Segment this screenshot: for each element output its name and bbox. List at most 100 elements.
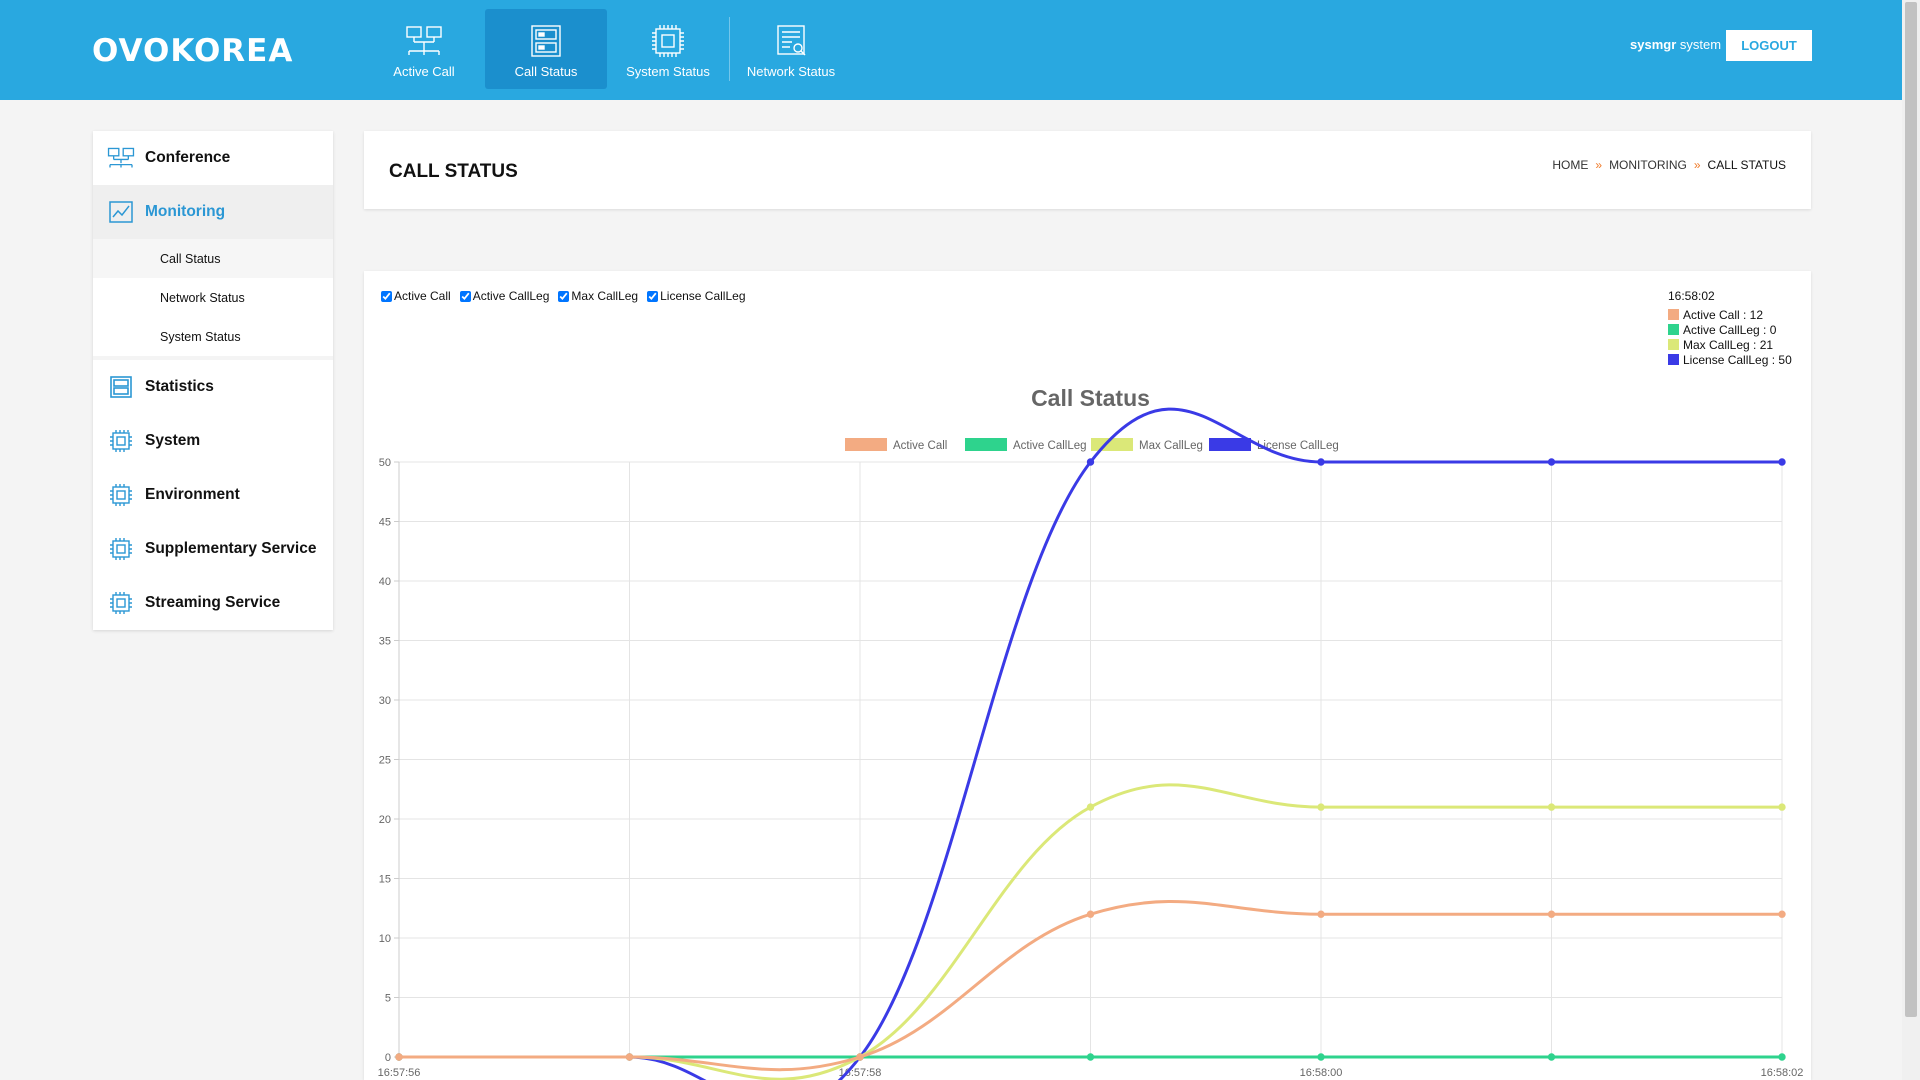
legend-swatch — [1209, 438, 1251, 451]
double-chevron-right-icon: » — [1595, 158, 1603, 172]
live-values: 16:58:02 Active Call : 12 Active CallLeg… — [1668, 289, 1792, 367]
data-point-active-call — [1086, 910, 1095, 918]
x-tick-label: 16:58:00 — [1300, 1067, 1343, 1079]
sidebar-item-conference[interactable]: Conference — [93, 131, 333, 185]
data-point-max-callleg — [1086, 803, 1095, 811]
legend-label: Active Call — [893, 440, 947, 452]
sidebar-item-supplementary-service[interactable]: Supplementary Service — [93, 522, 333, 576]
data-point-active-callleg — [1778, 1053, 1786, 1061]
checkbox-label: License CallLeg — [660, 289, 746, 303]
live-value-label: Active CallLeg : 0 — [1683, 322, 1777, 337]
checkbox-license-callleg[interactable] — [647, 290, 659, 302]
y-tick-label: 45 — [379, 517, 391, 529]
document-search-icon — [777, 25, 806, 56]
y-tick-label: 15 — [379, 874, 391, 886]
nav-system-status[interactable]: System Status — [607, 9, 729, 89]
legend-swatch — [1668, 339, 1679, 350]
scrollbar-thumb[interactable] — [1905, 2, 1917, 1017]
filter-active-callleg[interactable]: Active CallLeg — [459, 289, 549, 303]
chip-icon — [107, 483, 135, 507]
sidebar-item-environment[interactable]: Environment — [93, 468, 333, 522]
breadcrumb-current: CALL STATUS — [1707, 158, 1786, 172]
sidebar: Conference Monitoring Call Status Networ… — [93, 131, 333, 630]
legend-swatch — [1668, 354, 1679, 365]
sidebar-item-label: Supplementary Service — [145, 540, 317, 557]
data-point-active-callleg — [1086, 1053, 1095, 1061]
breadcrumb: HOME » MONITORING » CALL STATUS — [1552, 158, 1786, 172]
data-point-license-callleg — [1086, 458, 1095, 466]
data-point-active-call — [1547, 910, 1556, 918]
sidebar-subitem-call-status[interactable]: Call Status — [93, 239, 333, 278]
sidebar-item-statistics[interactable]: Statistics — [93, 360, 333, 414]
call-status-chart: Call Status Active Call Active CallLeg Max … — [378, 385, 1804, 1080]
page-scrollbar[interactable] — [1902, 0, 1920, 1080]
data-point-license-callleg — [1317, 458, 1325, 466]
page-header-card: CALL STATUS HOME » MONITORING » CALL STA… — [364, 131, 1811, 209]
checkbox-active-callleg[interactable] — [459, 290, 471, 302]
live-timestamp: 16:58:02 — [1668, 289, 1715, 303]
user-name: system — [1679, 37, 1722, 52]
checkbox-active-call[interactable] — [381, 290, 392, 302]
live-value-label: License CallLeg : 50 — [1683, 352, 1792, 367]
sidebar-item-label: Streaming Service — [145, 594, 281, 611]
chart-title: Call Status — [1031, 385, 1150, 411]
data-point-max-callleg — [1778, 803, 1786, 811]
sidebar-item-label: Statistics — [145, 378, 214, 395]
filter-max-callleg[interactable]: Max CallLeg — [558, 289, 638, 303]
breadcrumb-home[interactable]: HOME — [1552, 158, 1588, 172]
data-point-active-call — [395, 1053, 403, 1061]
legend-swatch — [965, 438, 1007, 451]
chip-icon — [652, 25, 684, 57]
y-tick-label: 10 — [379, 933, 391, 945]
sidebar-subitem-system-status[interactable]: System Status — [93, 317, 333, 356]
server-panel-icon — [531, 25, 561, 57]
y-tick-label: 0 — [385, 1052, 391, 1064]
sidebar-subitem-network-status[interactable]: Network Status — [93, 278, 333, 317]
sidebar-item-streaming-service[interactable]: Streaming Service — [93, 576, 333, 630]
checkbox-max-callleg[interactable] — [558, 290, 570, 302]
monitors-network-icon — [406, 26, 442, 55]
data-point-active-call — [625, 1053, 634, 1061]
server-panel-icon — [107, 375, 135, 399]
chart-card: Call Status Active Call Active CallLeg Max … — [364, 271, 1811, 1080]
nav-network-status[interactable]: Network Status — [730, 9, 852, 89]
live-value-row: Active CallLeg : 0 — [1668, 322, 1792, 337]
user-info: sysmgr system — [1630, 37, 1721, 52]
data-point-active-call — [856, 1053, 864, 1061]
live-value-label: Max CallLeg : 21 — [1683, 337, 1774, 352]
monitors-network-icon — [107, 146, 135, 170]
live-value-row: License CallLeg : 50 — [1668, 352, 1792, 367]
logout-button[interactable]: LOGOUT — [1726, 30, 1812, 61]
page-title: CALL STATUS — [389, 161, 518, 182]
filter-license-callleg[interactable]: License CallLeg — [647, 289, 746, 303]
legend-label: Active CallLeg — [1013, 440, 1087, 452]
sidebar-item-monitoring[interactable]: Monitoring — [93, 185, 333, 239]
filter-active-call[interactable]: Active Call — [381, 289, 451, 303]
sidebar-item-system[interactable]: System — [93, 414, 333, 468]
legend-swatch — [1091, 438, 1133, 451]
nav-label: Call Status — [514, 64, 578, 79]
live-value-label: Active Call : 12 — [1683, 307, 1764, 322]
data-point-active-callleg — [1317, 1053, 1325, 1061]
chip-icon — [107, 537, 135, 561]
data-point-active-callleg — [1547, 1053, 1556, 1061]
legend-swatch — [1668, 309, 1679, 320]
nav-call-status[interactable]: Call Status — [485, 9, 607, 89]
x-tick-label: 16:58:02 — [1761, 1067, 1804, 1079]
nav-active-call[interactable]: Active Call — [363, 9, 485, 89]
legend-swatch — [1668, 324, 1679, 335]
app-logo[interactable]: OVOKOREA — [92, 33, 293, 69]
nav-label: System Status — [626, 64, 710, 79]
legend-label: Max CallLeg — [1139, 440, 1203, 452]
data-point-max-callleg — [1317, 803, 1325, 811]
sidebar-item-label: System — [145, 432, 201, 449]
checkbox-label: Active Call — [394, 289, 451, 303]
x-tick-label: 16:57:56 — [378, 1067, 421, 1079]
data-point-active-call — [1778, 910, 1786, 918]
y-tick-label: 25 — [379, 755, 391, 767]
nav-label: Active Call — [393, 64, 455, 79]
data-point-license-callleg — [1547, 458, 1556, 466]
breadcrumb-monitoring[interactable]: MONITORING — [1609, 158, 1687, 172]
checkbox-label: Max CallLeg — [571, 289, 639, 303]
data-point-active-call — [1317, 910, 1325, 918]
